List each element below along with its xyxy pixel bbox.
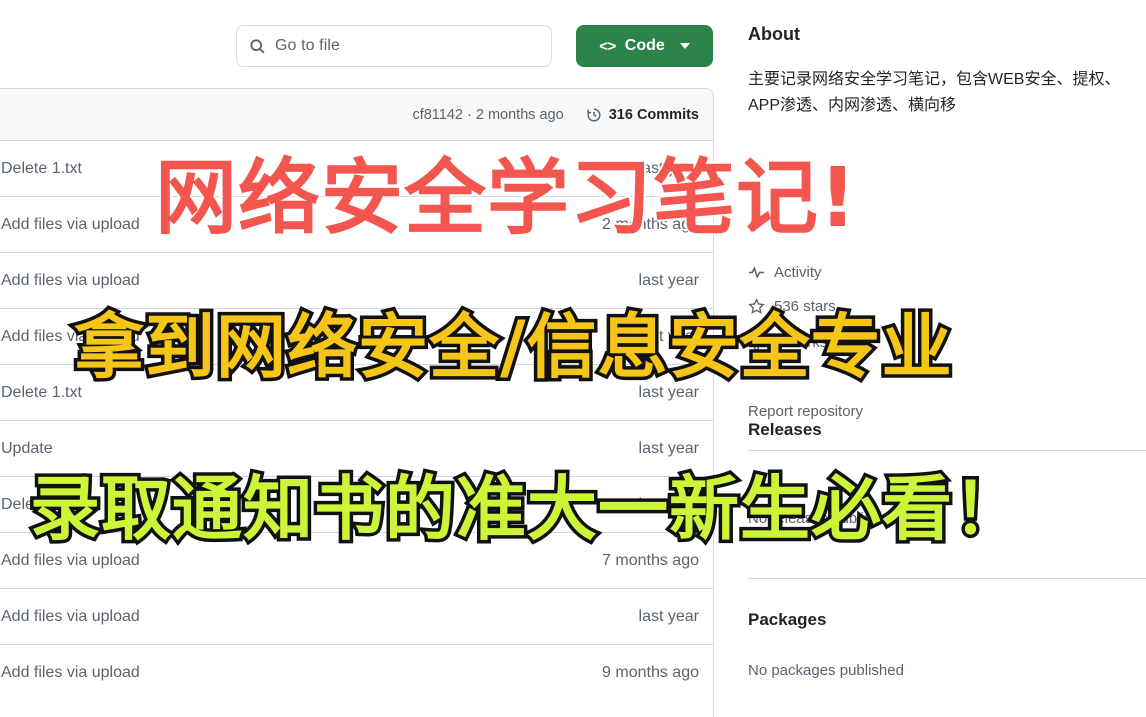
- forks-label: 76 forks: [774, 334, 828, 351]
- star-icon: [748, 298, 765, 314]
- chevron-down-icon: [679, 43, 690, 49]
- table-row[interactable]: Add files via upload last year: [0, 589, 713, 645]
- table-row[interactable]: Add files via upload last year: [0, 309, 713, 365]
- commit-message: Update: [1, 439, 53, 457]
- releases-heading: Releases: [748, 420, 822, 439]
- commit-time: 2 months ago: [602, 215, 699, 233]
- commit-time: last year: [638, 159, 699, 177]
- fork-icon: [749, 334, 764, 351]
- table-row[interactable]: Add files via upload 2 months ago: [0, 197, 713, 253]
- commit-time: last year: [638, 439, 699, 457]
- history-clock-icon: [587, 107, 601, 121]
- commit-time: last year: [638, 271, 699, 289]
- file-list-panel: cf81142 · 2 months ago 316 Commits Delet…: [0, 88, 714, 717]
- commit-time: 9 months ago: [602, 664, 699, 681]
- packages-empty-text: No packages published: [748, 662, 904, 679]
- table-row[interactable]: Update last year: [0, 421, 713, 477]
- commit-message: Add files via upload: [1, 271, 140, 289]
- table-row[interactable]: Add files via upload 7 months ago: [0, 533, 713, 589]
- commit-message: Delete 1.txt: [1, 383, 82, 401]
- commit-time: last year: [638, 383, 699, 401]
- go-to-file-input[interactable]: Go to file: [236, 25, 552, 67]
- report-repository-link[interactable]: Report repository: [748, 403, 863, 420]
- divider: [748, 450, 1146, 451]
- repository-page: Go to file <> Code cf81142 · 2 months ag…: [0, 0, 1146, 717]
- go-to-file-placeholder: Go to file: [275, 37, 341, 54]
- stars-label: 536 stars: [774, 298, 836, 315]
- packages-heading: Packages: [748, 610, 827, 629]
- latest-commit-bar: cf81142 · 2 months ago 316 Commits: [0, 89, 713, 141]
- commits-link[interactable]: 316 Commits: [586, 107, 699, 123]
- commit-time: last year: [638, 607, 699, 625]
- pulse-icon: [749, 266, 764, 279]
- table-row[interactable]: Delete 1.txt last year: [0, 141, 713, 197]
- code-button[interactable]: <> Code: [576, 25, 713, 67]
- activity-link[interactable]: Activity: [748, 264, 822, 281]
- about-heading: About: [748, 24, 800, 44]
- forks-link[interactable]: 76 forks: [748, 334, 827, 351]
- divider: [748, 578, 1146, 579]
- code-angle-brackets-icon: <>: [599, 37, 616, 55]
- repo-description: 主要记录网络安全学习笔记，包含WEB安全、提权、APP渗透、内网渗透、横向移: [748, 71, 1121, 114]
- table-row[interactable]: Add files via upload 9 months ago: [0, 645, 713, 701]
- latest-commit-meta: cf81142 · 2 months ago: [412, 106, 564, 123]
- table-row[interactable]: Add files via upload last year: [0, 253, 713, 309]
- commit-time: last year: [638, 495, 699, 513]
- search-icon: [250, 38, 265, 54]
- commit-message: Add files via upload: [1, 215, 140, 233]
- commit-message: Add files via upload: [1, 607, 140, 625]
- commit-message: Add files via upload: [1, 551, 140, 569]
- commit-time: 7 months ago: [602, 551, 699, 569]
- table-row[interactable]: Delete 1.txt last year: [0, 477, 713, 533]
- table-row[interactable]: Delete 1.txt last year: [0, 365, 713, 421]
- commit-time: last year: [638, 327, 699, 345]
- stars-link[interactable]: 536 stars: [748, 298, 836, 315]
- commit-message: Delete 1.txt: [1, 495, 82, 513]
- code-button-label: Code: [624, 37, 665, 54]
- commit-message: Add files via upload: [1, 664, 140, 681]
- commits-count-label: 316 Commits: [608, 106, 699, 123]
- commit-message: Delete 1.txt: [1, 159, 82, 177]
- about-section: About 主要记录网络安全学习笔记，包含WEB安全、提权、APP渗透、内网渗透…: [748, 24, 1146, 119]
- activity-label: Activity: [774, 264, 822, 281]
- commit-message: Add files via upload: [1, 327, 140, 345]
- releases-empty-text: No releases published: [748, 510, 897, 527]
